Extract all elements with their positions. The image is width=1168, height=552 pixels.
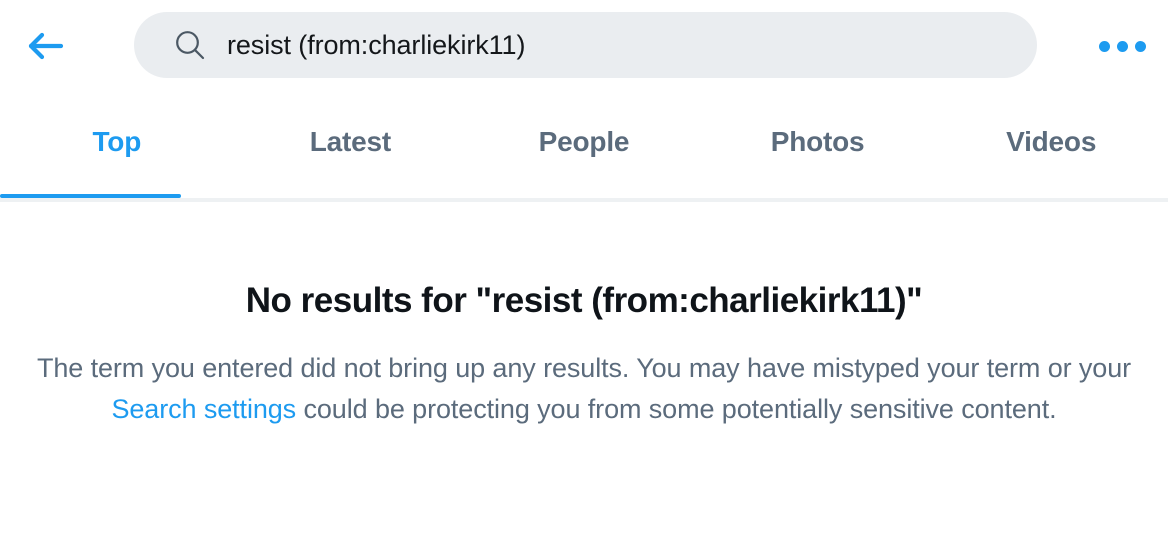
more-dot-1 (1098, 40, 1110, 52)
search-icon (173, 28, 207, 62)
active-tab-indicator (0, 194, 181, 198)
no-results-description-part-1: The term you entered did not bring up an… (36, 353, 1132, 383)
search-tabs: Top Latest People Photos Videos (0, 92, 1168, 198)
search-bar[interactable] (134, 12, 1037, 78)
back-button[interactable] (14, 18, 74, 74)
more-dot-3 (1134, 40, 1146, 52)
tabs-divider (0, 198, 1168, 202)
no-results-description-part-2: could be protecting you from some potent… (296, 394, 1057, 424)
tab-top[interactable]: Top (0, 92, 234, 198)
tab-latest[interactable]: Latest (234, 92, 468, 198)
tab-photos[interactable]: Photos (701, 92, 935, 198)
search-input[interactable] (227, 25, 1007, 65)
search-tabs-bar: Top Latest People Photos Videos (0, 92, 1168, 202)
more-horizontal-icon (1098, 40, 1146, 52)
more-dot-2 (1116, 40, 1128, 52)
tab-videos[interactable]: Videos (934, 92, 1168, 198)
search-topbar (0, 0, 1168, 92)
no-results-empty-state: No results for "resist (from:charliekirk… (0, 202, 1168, 430)
arrow-left-icon (24, 30, 64, 62)
no-results-title: No results for "resist (from:charliekirk… (245, 281, 923, 320)
search-settings-link[interactable]: Search settings (111, 394, 296, 424)
no-results-description: The term you entered did not bring up an… (34, 322, 1134, 430)
tab-people[interactable]: People (467, 92, 701, 198)
more-options-button[interactable] (1094, 20, 1150, 72)
